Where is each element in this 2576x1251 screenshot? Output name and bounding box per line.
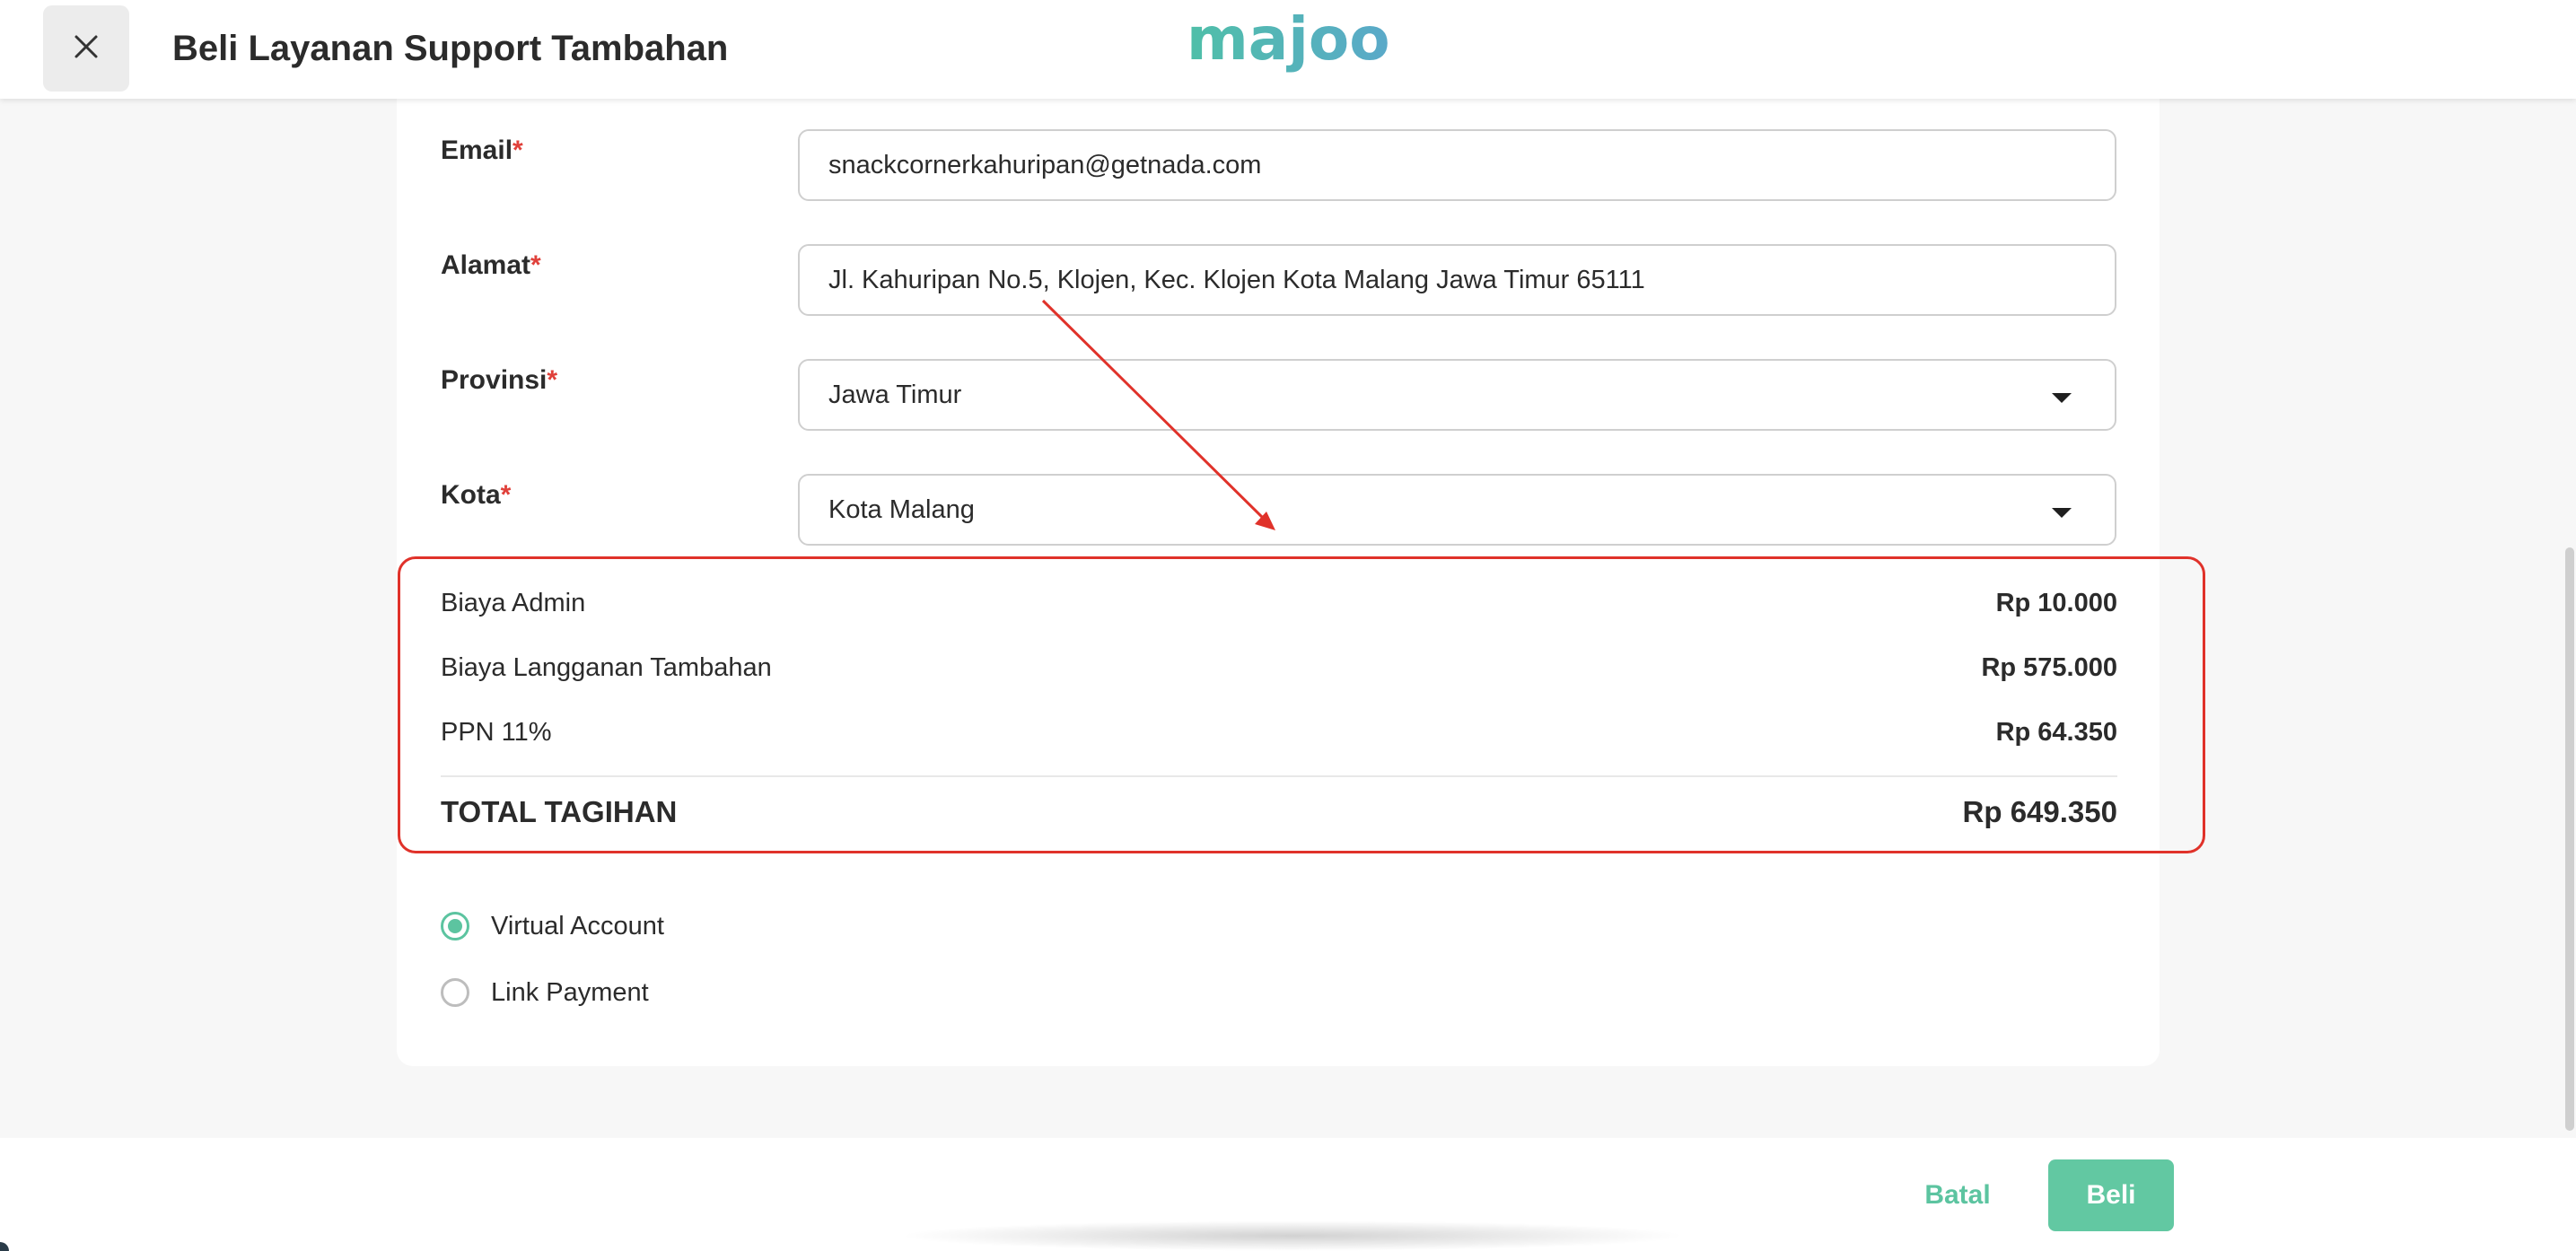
summary-value: Rp 64.350 (1995, 718, 2117, 747)
close-icon (73, 33, 100, 65)
provinsi-row: Provinsi* Jawa Timur (397, 359, 2160, 431)
summary-label: Biaya Langganan Tambahan (441, 653, 772, 682)
alamat-label: Alamat* (441, 250, 541, 280)
majoo-logo: majoo (1187, 4, 1402, 83)
top-header: Beli Layanan Support Tambahan majoo (0, 0, 2576, 99)
radio-selected-icon[interactable] (441, 912, 469, 940)
summary-divider (441, 775, 2117, 777)
summary-row-subscription: Biaya Langganan Tambahan Rp 575.000 (441, 653, 2117, 689)
total-label: TOTAL TAGIHAN (441, 795, 678, 828)
total-row: TOTAL TAGIHAN Rp 649.350 (441, 795, 2117, 835)
kota-value: Kota Malang (828, 494, 975, 524)
payment-option-link-payment[interactable]: Link Payment (441, 973, 649, 1012)
buy-button[interactable]: Beli (2048, 1159, 2174, 1231)
alamat-row: Alamat* Jl. Kahuripan No.5, Klojen, Kec.… (397, 244, 2160, 316)
radio-unselected-icon[interactable] (441, 978, 469, 1007)
provinsi-value: Jawa Timur (828, 380, 962, 409)
summary-label: PPN 11% (441, 718, 552, 747)
cancel-button[interactable]: Batal (1908, 1159, 2007, 1231)
summary-value: Rp 10.000 (1995, 589, 2117, 617)
footer-shadow (898, 1220, 1687, 1251)
summary-row-admin: Biaya Admin Rp 10.000 (441, 589, 2117, 625)
kota-row: Kota* Kota Malang (397, 474, 2160, 546)
payment-option-label: Link Payment (491, 977, 649, 1007)
svg-text:majoo: majoo (1187, 7, 1390, 74)
caret-down-icon (2052, 393, 2072, 403)
summary-label: Biaya Admin (441, 589, 586, 617)
provinsi-label: Provinsi* (441, 365, 558, 395)
payment-option-virtual-account[interactable]: Virtual Account (441, 906, 664, 946)
payment-option-label: Virtual Account (491, 911, 664, 940)
summary-value: Rp 575.000 (1981, 653, 2117, 682)
alamat-field[interactable]: Jl. Kahuripan No.5, Klojen, Kec. Klojen … (798, 244, 2116, 316)
caret-down-icon (2052, 508, 2072, 518)
summary-row-ppn: PPN 11% Rp 64.350 (441, 718, 2117, 754)
page-title: Beli Layanan Support Tambahan (172, 29, 729, 68)
kota-label: Kota* (441, 480, 512, 510)
email-field[interactable]: snackcornerkahuripan@getnada.com (798, 129, 2116, 201)
scrollbar-thumb[interactable] (2565, 547, 2574, 1131)
email-label: Email* (441, 136, 523, 165)
email-row: Email* snackcornerkahuripan@getnada.com (397, 129, 2160, 201)
provinsi-select[interactable]: Jawa Timur (798, 359, 2116, 431)
kota-select[interactable]: Kota Malang (798, 474, 2116, 546)
close-button[interactable] (43, 5, 129, 92)
total-value: Rp 649.350 (1962, 795, 2117, 828)
